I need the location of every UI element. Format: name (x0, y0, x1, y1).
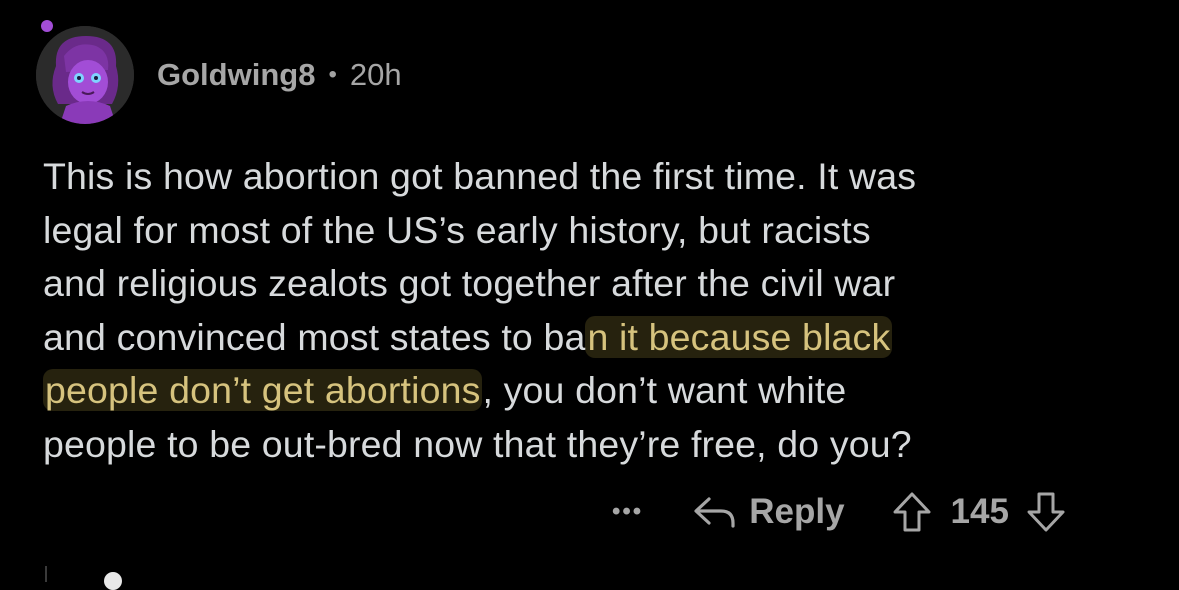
avatar-image (36, 26, 134, 124)
comment-line-2: legal for most of the US’s early history… (43, 208, 871, 251)
highlighted-text: people don’t get abortions (43, 369, 483, 411)
comment-line-6: people to be out-bred now that they’re f… (43, 422, 912, 465)
thread-line[interactable] (45, 566, 47, 582)
downvote-arrow-icon[interactable] (1025, 490, 1067, 534)
comment-line-5-text: , you don’t want white (482, 369, 847, 411)
comment-body: This is how abortion got banned the firs… (43, 150, 1153, 471)
comment-line-4: and convinced most states to ban it beca… (43, 311, 1153, 365)
next-comment-avatar (104, 572, 122, 590)
reply-arrow-icon (694, 497, 735, 528)
highlighted-text: n it because black (585, 315, 893, 358)
comment-line-3: and religious zealots got together after… (43, 262, 896, 304)
timestamp[interactable]: 20h (350, 57, 402, 93)
more-options-button[interactable]: ••• (612, 498, 643, 526)
comment: Goldwing8 • 20h This is how abortion got… (0, 0, 1179, 590)
avatar[interactable] (36, 26, 134, 124)
online-status-dot (41, 20, 53, 32)
comment-actions: ••• Reply 145 (612, 490, 1067, 534)
meta-separator: • (328, 61, 337, 88)
comment-meta: Goldwing8 • 20h (157, 55, 402, 95)
reply-button[interactable]: Reply (691, 492, 845, 532)
comment-line-4-text: and convinced most states to ba (43, 315, 586, 358)
upvote-arrow-icon[interactable] (891, 490, 933, 534)
comment-line-5: people don’t get abortions, you don’t wa… (43, 364, 1153, 418)
vote-controls: 145 (891, 490, 1067, 534)
username[interactable]: Goldwing8 (157, 57, 315, 93)
comment-line-1: This is how abortion got banned the firs… (43, 155, 917, 197)
vote-score: 145 (950, 492, 1009, 531)
reply-label: Reply (749, 492, 845, 531)
